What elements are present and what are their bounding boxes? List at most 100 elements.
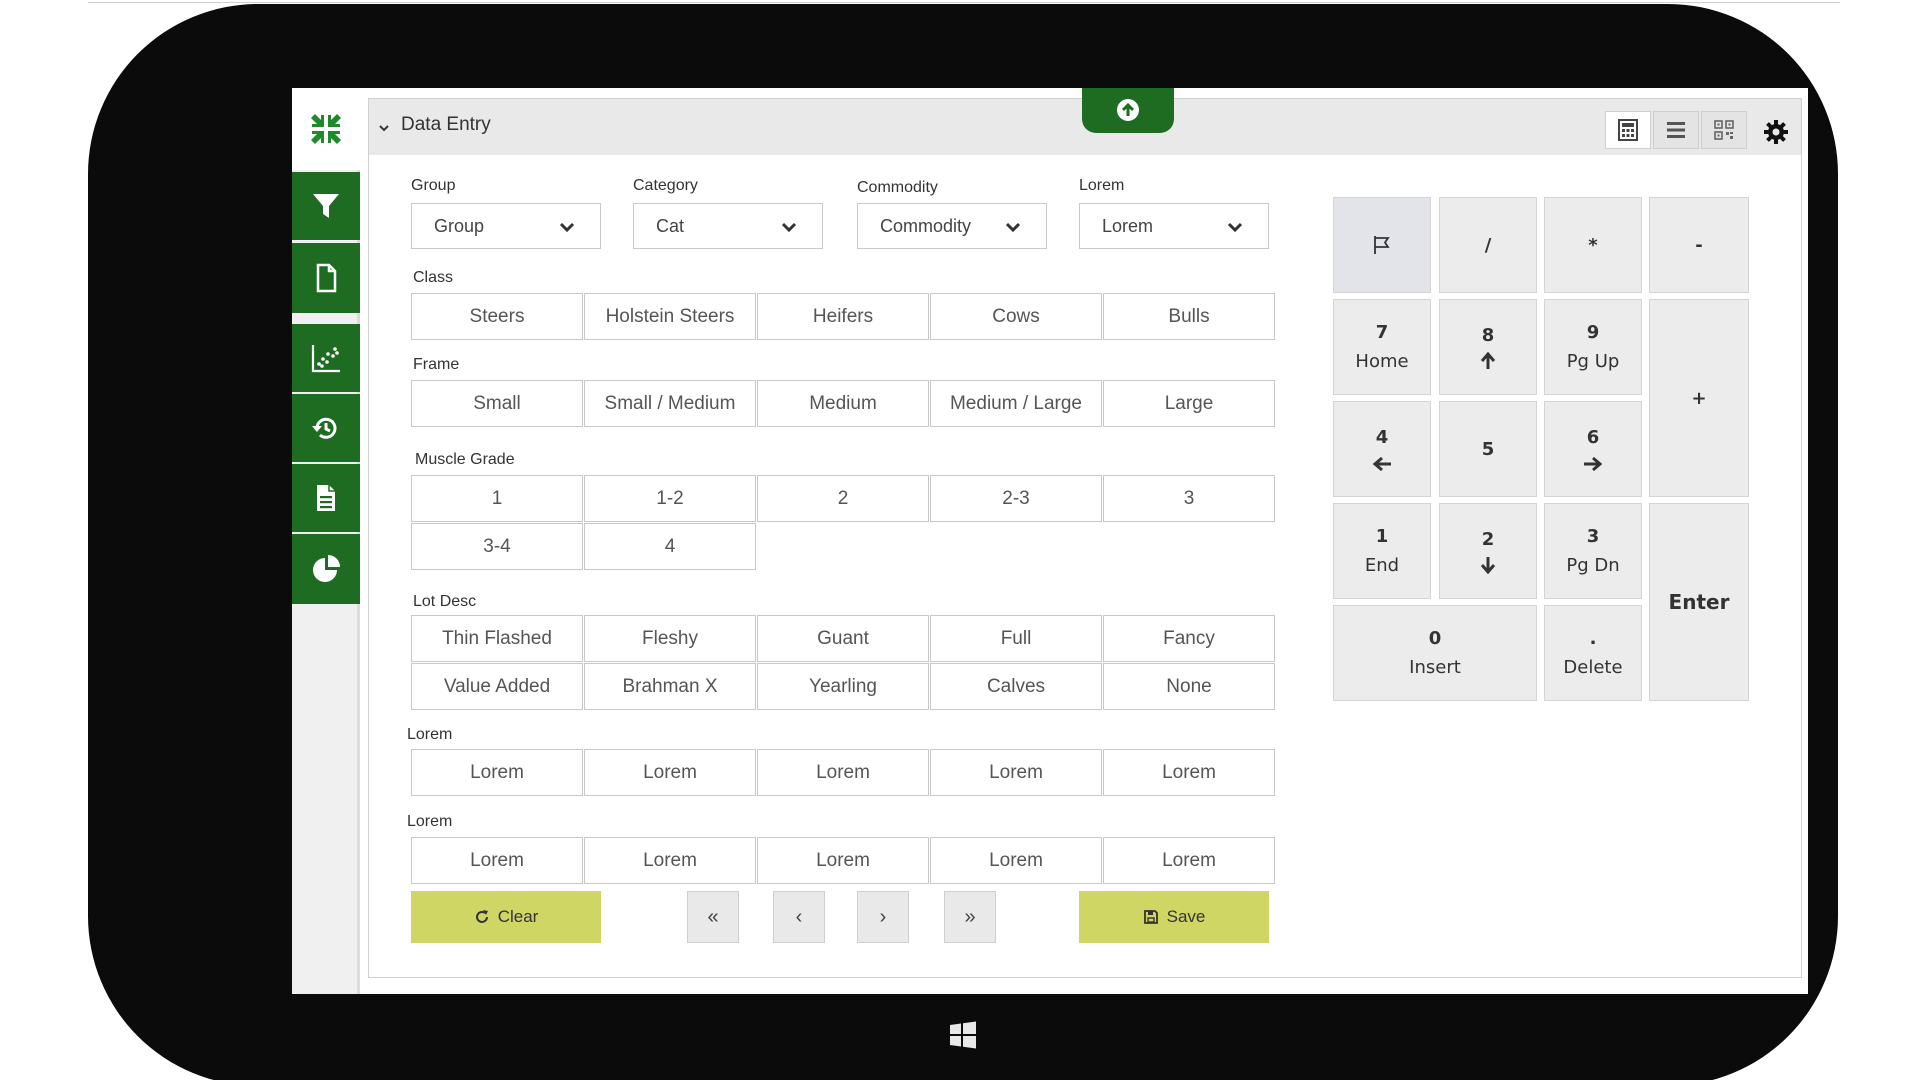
lot-desc-option[interactable]: None (1103, 663, 1275, 710)
floppy-disk-icon (1143, 910, 1158, 924)
numpad-4-key[interactable]: 4 (1333, 401, 1431, 497)
numpad-key-label: + (1691, 387, 1707, 409)
numpad-divide-key[interactable]: / (1439, 197, 1537, 293)
first-page-button[interactable]: « (687, 891, 739, 943)
lot-desc-option[interactable]: Value Added (411, 663, 583, 710)
numpad-3-key[interactable]: 3 Pg Dn (1544, 503, 1642, 599)
pie-chart-icon (313, 555, 340, 582)
numpad-plus-key[interactable]: + (1649, 299, 1749, 497)
qr-view-button[interactable] (1701, 111, 1747, 149)
chevron-down-icon[interactable] (377, 121, 391, 135)
numpad-8-key[interactable]: 8 (1439, 299, 1537, 395)
save-button[interactable]: Save (1079, 891, 1269, 943)
muscle-grade-options-row2: 3-4 4 (411, 523, 757, 570)
lorem-option[interactable]: Lorem (1103, 837, 1275, 884)
numpad-decimal-key[interactable]: . Delete (1544, 605, 1642, 701)
lot-desc-option[interactable]: Thin Flashed (411, 615, 583, 662)
lorem-select[interactable]: Lorem (1079, 203, 1269, 249)
numpad-6-key[interactable]: 6 (1544, 401, 1642, 497)
lot-desc-option[interactable]: Fleshy (584, 615, 756, 662)
muscle-grade-option[interactable]: 2-3 (930, 475, 1102, 522)
muscle-grade-option[interactable]: 3 (1103, 475, 1275, 522)
muscle-grade-option[interactable]: 1 (411, 475, 583, 522)
numpad-minus-key[interactable]: - (1649, 197, 1749, 293)
lorem-option[interactable]: Lorem (757, 837, 929, 884)
lorem-option[interactable]: Lorem (584, 837, 756, 884)
list-view-button[interactable] (1653, 111, 1699, 149)
report-icon (317, 485, 335, 511)
class-option[interactable]: Steers (411, 293, 583, 340)
lorem-option[interactable]: Lorem (584, 749, 756, 796)
numpad-multiply-key[interactable]: * (1544, 197, 1642, 293)
muscle-grade-option[interactable]: 1-2 (584, 475, 756, 522)
numpad-1-key[interactable]: 1 End (1333, 503, 1431, 599)
numpad-enter-key[interactable]: Enter (1649, 503, 1749, 701)
category-select[interactable]: Cat (633, 203, 823, 249)
numpad-key-label: 4 (1375, 426, 1389, 448)
lot-desc-option[interactable]: Calves (930, 663, 1102, 710)
class-option[interactable]: Bulls (1103, 293, 1275, 340)
lorem-select-value: Lorem (1102, 215, 1154, 236)
frame-option[interactable]: Small (411, 380, 583, 427)
arrow-left-icon (1372, 456, 1391, 471)
commodity-select[interactable]: Commodity (857, 203, 1047, 249)
muscle-grade-option[interactable]: 4 (584, 523, 756, 570)
lorem-option[interactable]: Lorem (930, 837, 1102, 884)
muscle-grade-label: Muscle Grade (415, 451, 515, 468)
muscle-grade-option[interactable]: 3-4 (411, 523, 583, 570)
class-options: Steers Holstein Steers Heifers Cows Bull… (411, 293, 1276, 340)
frame-option[interactable]: Medium / Large (930, 380, 1102, 427)
upload-button[interactable] (1082, 88, 1174, 133)
numpad-0-key[interactable]: 0 Insert (1333, 605, 1537, 701)
class-option[interactable]: Cows (930, 293, 1102, 340)
data-entry-panel: Data Entry Group Group Category Cat Comm… (368, 88, 1802, 978)
numpad-9-key[interactable]: 9 Pg Up (1544, 299, 1642, 395)
next-page-button[interactable]: › (857, 891, 909, 943)
last-page-button[interactable]: » (944, 891, 996, 943)
lorem-option[interactable]: Lorem (411, 837, 583, 884)
sidebar-item-filter[interactable] (292, 172, 360, 240)
group-select[interactable]: Group (411, 203, 601, 249)
calculator-view-button[interactable] (1605, 111, 1651, 149)
lorem-option[interactable]: Lorem (930, 749, 1102, 796)
lorem-option[interactable]: Lorem (757, 749, 929, 796)
lot-desc-option[interactable]: Full (930, 615, 1102, 662)
lot-desc-option[interactable]: Fancy (1103, 615, 1275, 662)
panel-title: Data Entry (401, 114, 491, 135)
sidebar-item-document[interactable] (292, 243, 360, 313)
lot-desc-option[interactable]: Yearling (757, 663, 929, 710)
class-option[interactable]: Heifers (757, 293, 929, 340)
chevron-down-icon (559, 222, 575, 233)
numpad-flag-key[interactable] (1333, 197, 1431, 293)
numpad-key-label: 8 (1481, 324, 1495, 346)
top-rule (88, 2, 1840, 3)
numpad-5-key[interactable]: 5 (1439, 401, 1537, 497)
sidebar-item-report[interactable] (292, 464, 360, 532)
numpad-key-label: - (1695, 234, 1703, 256)
muscle-grade-option[interactable]: 2 (757, 475, 929, 522)
frame-option[interactable]: Small / Medium (584, 380, 756, 427)
class-option[interactable]: Holstein Steers (584, 293, 756, 340)
lot-desc-option[interactable]: Brahman X (584, 663, 756, 710)
sidebar-item-history[interactable] (292, 394, 360, 462)
numpad-key-label: * (1588, 234, 1598, 256)
collapse-logo[interactable] (292, 88, 360, 170)
windows-logo-icon[interactable] (949, 1021, 977, 1049)
lorem-option[interactable]: Lorem (411, 749, 583, 796)
numpad-key-label: 6 (1586, 426, 1600, 448)
sidebar-item-pie-chart[interactable] (292, 534, 360, 604)
lorem-group-label: Lorem (407, 813, 453, 830)
frame-option[interactable]: Medium (757, 380, 929, 427)
numpad-key-label: Enter (1668, 590, 1730, 614)
numpad-key-sublabel: Delete (1563, 657, 1623, 678)
numpad-7-key[interactable]: 7 Home (1333, 299, 1431, 395)
gear-icon[interactable] (1763, 119, 1789, 145)
previous-page-button[interactable]: ‹ (773, 891, 825, 943)
clear-button[interactable]: Clear (411, 891, 601, 943)
lot-desc-option[interactable]: Guant (757, 615, 929, 662)
numpad-key-label: 5 (1481, 438, 1495, 460)
lorem-option[interactable]: Lorem (1103, 749, 1275, 796)
frame-option[interactable]: Large (1103, 380, 1275, 427)
numpad-2-key[interactable]: 2 (1439, 503, 1537, 599)
sidebar-item-scatter[interactable] (292, 324, 360, 392)
